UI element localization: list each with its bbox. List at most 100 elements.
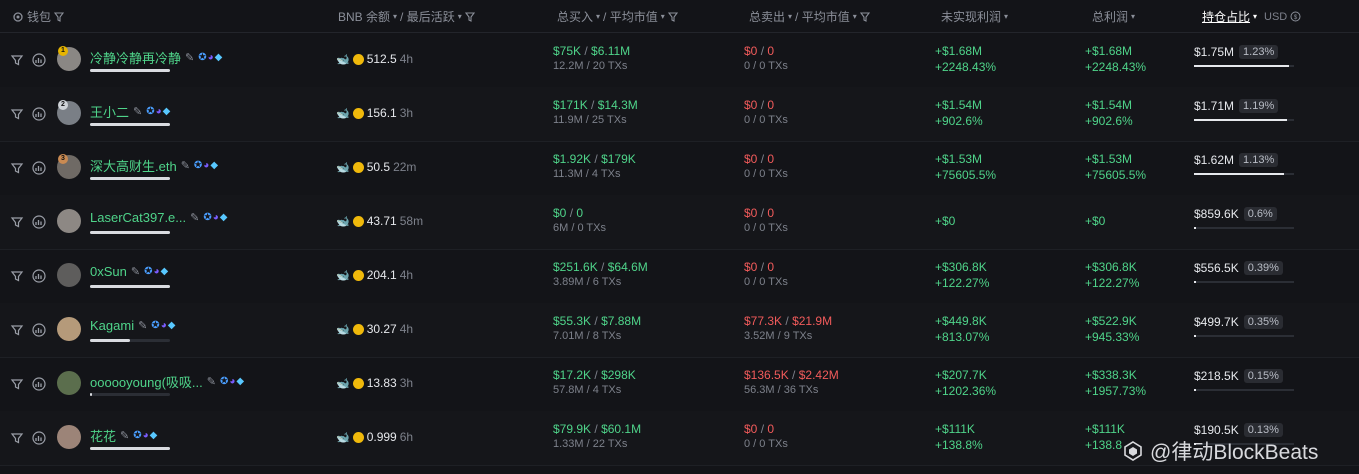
total-profit-value: +$1.53M (1085, 152, 1133, 166)
chart-icon[interactable] (32, 53, 46, 67)
holding-bar (1194, 389, 1294, 391)
currency-label: USD (1264, 10, 1288, 23)
sort-icon[interactable]: ▾ (1004, 12, 1008, 21)
sort-icon[interactable]: ▾ (1253, 12, 1257, 21)
holding-bar (1194, 65, 1294, 67)
filter-wallet-icon[interactable] (10, 215, 24, 229)
whale-icon: 🐋 (336, 161, 350, 174)
filter-wallet-icon[interactable] (10, 53, 24, 67)
wallet-name[interactable]: 0xSun ✎ ✪ ◕ ◆ (90, 264, 168, 279)
filter-icon[interactable] (667, 11, 678, 22)
filter-wallet-icon[interactable] (10, 431, 24, 445)
wallet-name[interactable]: LaserCat397.e... ✎ ✪ ◕ ◆ (90, 210, 227, 225)
settings-icon[interactable] (12, 11, 24, 23)
total-profit-value: +$1.54M (1085, 98, 1133, 112)
wallet-tags: ✪ ◕ ◆ (133, 430, 157, 441)
wallet-activity-bar (90, 339, 170, 342)
edit-icon[interactable]: ✎ (138, 319, 147, 332)
wallet-name-label[interactable]: 王小二 (90, 102, 129, 121)
wallet-name-label[interactable]: Kagami (90, 318, 134, 333)
edit-icon[interactable]: ✎ (185, 51, 194, 64)
wallet-name[interactable]: Kagami ✎ ✪ ◕ ◆ (90, 318, 175, 333)
sort-icon[interactable]: ▾ (788, 12, 792, 21)
filter-wallet-icon[interactable] (10, 377, 24, 391)
sort-icon[interactable]: ▾ (853, 12, 857, 21)
sort-icon[interactable]: ▾ (596, 12, 600, 21)
sort-icon[interactable]: ▾ (393, 12, 397, 21)
wallet-name-label[interactable]: oooooyoung(吸吸... (90, 372, 203, 391)
whale-tag-icon: ◕ (212, 212, 219, 223)
filter-icon[interactable] (464, 11, 475, 22)
filter-wallet-icon[interactable] (10, 323, 24, 337)
wallet-name-label[interactable]: 花花 (90, 426, 116, 445)
total-buy-sub: 6M / 0 TXs (553, 222, 606, 234)
chart-icon[interactable] (32, 269, 46, 283)
avatar[interactable] (57, 317, 81, 341)
bnb-value: 30.27 (366, 322, 397, 336)
chart-icon[interactable] (32, 107, 46, 121)
holding-share-header[interactable]: 持仓占比 ▾ USD $ (1202, 8, 1301, 25)
sort-icon[interactable]: ▾ (661, 12, 665, 21)
wallet-name-label[interactable]: 0xSun (90, 264, 127, 279)
table-row[interactable]: LaserCat397.e... ✎ ✪ ◕ ◆ 🐋 43.71 58m $0 … (0, 195, 1359, 250)
verified-icon: ✪ (151, 320, 160, 331)
edit-icon[interactable]: ✎ (120, 429, 129, 442)
bnb-balance: 🐋 13.83 3h (336, 376, 413, 390)
chart-icon[interactable] (32, 215, 46, 229)
wallet-name-label[interactable]: LaserCat397.e... (90, 210, 186, 225)
edit-icon[interactable]: ✎ (133, 105, 142, 118)
table-row[interactable]: 2 王小二 ✎ ✪ ◕ ◆ 🐋 156.1 3h $171K / $14.3M … (0, 87, 1359, 142)
table-row[interactable]: 0xSun ✎ ✪ ◕ ◆ 🐋 204.1 4h $251.6K / $64.6… (0, 249, 1359, 304)
total-sell-header[interactable]: 总卖出 ▾ / 平均市值 ▾ (749, 8, 870, 25)
sort-icon[interactable]: ▾ (1131, 12, 1135, 21)
filter-wallet-icon[interactable] (10, 161, 24, 175)
wallet-name[interactable]: 深大高财生.eth ✎ ✪ ◕ ◆ (90, 156, 218, 175)
filter-icon[interactable] (859, 11, 870, 22)
edit-icon[interactable]: ✎ (207, 375, 216, 388)
holding-share: $499.7K 0.35% (1194, 315, 1283, 329)
wallet-tags: ✪ ◕ ◆ (146, 106, 170, 117)
wallet-activity-bar-fill (90, 339, 130, 342)
table-row[interactable]: Kagami ✎ ✪ ◕ ◆ 🐋 30.27 4h $55.3K / $7.88… (0, 303, 1359, 358)
bnb-balance-header[interactable]: BNB 余额 ▾ / 最后活跃 ▾ (338, 8, 475, 25)
chart-icon[interactable] (32, 377, 46, 391)
holding-share: $190.5K 0.13% (1194, 423, 1283, 437)
bnb-balance: 🐋 30.27 4h (336, 322, 413, 336)
sort-icon[interactable]: ▾ (458, 12, 462, 21)
wallet-name[interactable]: oooooyoung(吸吸... ✎ ✪ ◕ ◆ (90, 372, 244, 391)
edit-icon[interactable]: ✎ (181, 159, 190, 172)
wallet-name[interactable]: 冷静冷静再冷静 ✎ ✪ ◕ ◆ (90, 48, 222, 67)
total-sell-sub: 0 / 0 TXs (744, 114, 788, 126)
filter-icon[interactable] (54, 11, 65, 22)
chart-icon[interactable] (32, 431, 46, 445)
bnb-coin-icon (352, 107, 364, 119)
chart-icon[interactable] (32, 323, 46, 337)
wallet-name-label[interactable]: 冷静冷静再冷静 (90, 48, 181, 67)
holding-bar (1194, 281, 1294, 283)
wallet-name[interactable]: 花花 ✎ ✪ ◕ ◆ (90, 426, 157, 445)
table-row[interactable]: 1 冷静冷静再冷静 ✎ ✪ ◕ ◆ 🐋 512.5 4h $75K / $6.1… (0, 33, 1359, 88)
rank-badge: 3 (58, 154, 68, 164)
chart-icon[interactable] (32, 161, 46, 175)
verified-icon: ✪ (219, 376, 229, 387)
total-buy-header[interactable]: 总买入 ▾ / 平均市值 ▾ (557, 8, 678, 25)
diamond-icon: ◆ (236, 376, 245, 387)
avatar[interactable] (57, 209, 81, 233)
edit-icon[interactable]: ✎ (190, 211, 199, 224)
holding-bar-fill (1194, 65, 1289, 67)
avatar[interactable] (57, 425, 81, 449)
edit-icon[interactable]: ✎ (131, 265, 140, 278)
wallet-column-header[interactable]: 钱包 (12, 8, 65, 25)
filter-wallet-icon[interactable] (10, 107, 24, 121)
table-row[interactable]: oooooyoung(吸吸... ✎ ✪ ◕ ◆ 🐋 13.83 3h $17.… (0, 357, 1359, 412)
currency-toggle-icon[interactable]: $ (1290, 11, 1301, 22)
unrealized-profit-header[interactable]: 未实现利润 ▾ (941, 8, 1008, 25)
wallet-name[interactable]: 王小二 ✎ ✪ ◕ ◆ (90, 102, 170, 121)
total-profit-header[interactable]: 总利润 ▾ (1092, 8, 1135, 25)
avatar[interactable] (57, 263, 81, 287)
avatar[interactable] (57, 371, 81, 395)
table-row[interactable]: 3 深大高财生.eth ✎ ✪ ◕ ◆ 🐋 50.5 22m $1.92K / … (0, 141, 1359, 196)
wallet-name-label[interactable]: 深大高财生.eth (90, 156, 177, 175)
holding-share: $1.71M 1.19% (1194, 99, 1279, 113)
filter-wallet-icon[interactable] (10, 269, 24, 283)
